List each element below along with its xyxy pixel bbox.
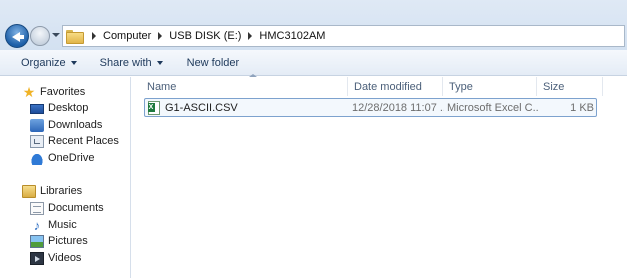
breadcrumb-chevron-right-icon[interactable] (158, 32, 163, 40)
sort-ascending-icon (249, 74, 257, 77)
sidebar-item-label: Pictures (48, 235, 88, 247)
share-with-label: Share with (99, 56, 152, 69)
sidebar-item-label: Recent Places (48, 135, 119, 147)
column-header-type[interactable]: Type (443, 77, 537, 96)
sidebar-item-favorites[interactable]: ★ Favorites (22, 83, 86, 100)
file-type: Microsoft Excel C... (447, 101, 539, 114)
sidebar-item-onedrive[interactable]: OneDrive (30, 150, 94, 166)
column-header-name[interactable]: Name (141, 74, 348, 96)
breadcrumb-hmc3102am[interactable]: HMC3102AM (259, 30, 325, 42)
file-list: Name Date modified Type Size G1-ASCII.CS… (132, 74, 627, 278)
forward-arrow-icon[interactable] (30, 26, 50, 46)
sidebar-item-label: Libraries (40, 185, 83, 197)
breadcrumb-chevron-right-icon[interactable] (92, 32, 96, 40)
sidebar-item-pictures[interactable]: Pictures (30, 233, 88, 249)
sidebar-item-label: OneDrive (48, 152, 95, 164)
breadcrumb-chevron-right-icon[interactable] (248, 32, 253, 40)
folder-icon (66, 30, 84, 44)
sidebar-item-desktop[interactable]: Desktop (30, 100, 88, 116)
column-header-label: Date modified (354, 80, 422, 93)
new-folder-label: New folder (186, 56, 240, 69)
new-folder-button[interactable]: New folder (187, 57, 240, 69)
breadcrumb-usb-disk[interactable]: USB DISK (E:) (169, 30, 241, 42)
sidebar-item-music[interactable]: ♪ Music (30, 217, 77, 233)
share-with-button[interactable]: Share with (100, 57, 163, 69)
recent-pages-chevron-down-icon[interactable] (52, 33, 60, 37)
downloads-icon (30, 118, 44, 132)
back-arrow-icon[interactable] (5, 24, 29, 48)
address-bar-area: Computer USB DISK (E:) HMC3102AM (0, 0, 627, 50)
organize-label: Organize (21, 56, 66, 69)
sidebar-item-downloads[interactable]: Downloads (30, 117, 102, 133)
cloud-icon (30, 151, 44, 165)
libraries-icon (22, 184, 36, 198)
column-header-size[interactable]: Size (537, 77, 603, 96)
command-bar: Organize Share with New folder (0, 50, 627, 76)
pictures-icon (30, 234, 44, 248)
column-header-label: Type (449, 80, 473, 93)
file-name: G1-ASCII.CSV (165, 101, 238, 114)
column-header-label: Name (147, 80, 177, 93)
table-row[interactable]: G1-ASCII.CSV 12/28/2018 11:07 ... Micros… (144, 98, 597, 117)
music-note-icon: ♪ (33, 217, 41, 233)
chevron-down-icon (156, 60, 163, 65)
sidebar-item-label: Desktop (48, 102, 89, 114)
excel-csv-icon (148, 100, 160, 115)
sidebar-item-label: Music (48, 219, 77, 231)
sidebar-item-recent-places[interactable]: Recent Places (30, 133, 119, 149)
documents-icon (30, 201, 44, 215)
organize-button[interactable]: Organize (21, 57, 77, 69)
breadcrumb-computer[interactable]: Computer (103, 30, 151, 42)
column-header-date-modified[interactable]: Date modified (348, 77, 443, 96)
sidebar-item-label: Favorites (40, 86, 86, 98)
sidebar-item-libraries[interactable]: Libraries (22, 183, 82, 199)
file-size: 1 KB (570, 101, 594, 114)
column-header-label: Size (543, 80, 565, 93)
videos-icon (30, 251, 44, 265)
star-icon: ★ (22, 83, 36, 100)
chevron-down-icon (70, 60, 77, 65)
sidebar-item-label: Videos (48, 252, 82, 264)
navigation-pane: ★ Favorites Desktop Downloads Recent Pla… (0, 77, 131, 278)
sidebar-item-label: Documents (48, 202, 104, 214)
recent-places-icon (30, 134, 44, 148)
file-date: 12/28/2018 11:07 ... (352, 101, 444, 114)
desktop-icon (30, 104, 44, 114)
address-bar[interactable]: Computer USB DISK (E:) HMC3102AM (62, 25, 625, 47)
sidebar-item-label: Downloads (48, 119, 103, 131)
file-name-cell[interactable]: G1-ASCII.CSV (148, 99, 348, 116)
sidebar-item-documents[interactable]: Documents (30, 200, 104, 216)
sidebar-item-videos[interactable]: Videos (30, 250, 81, 266)
